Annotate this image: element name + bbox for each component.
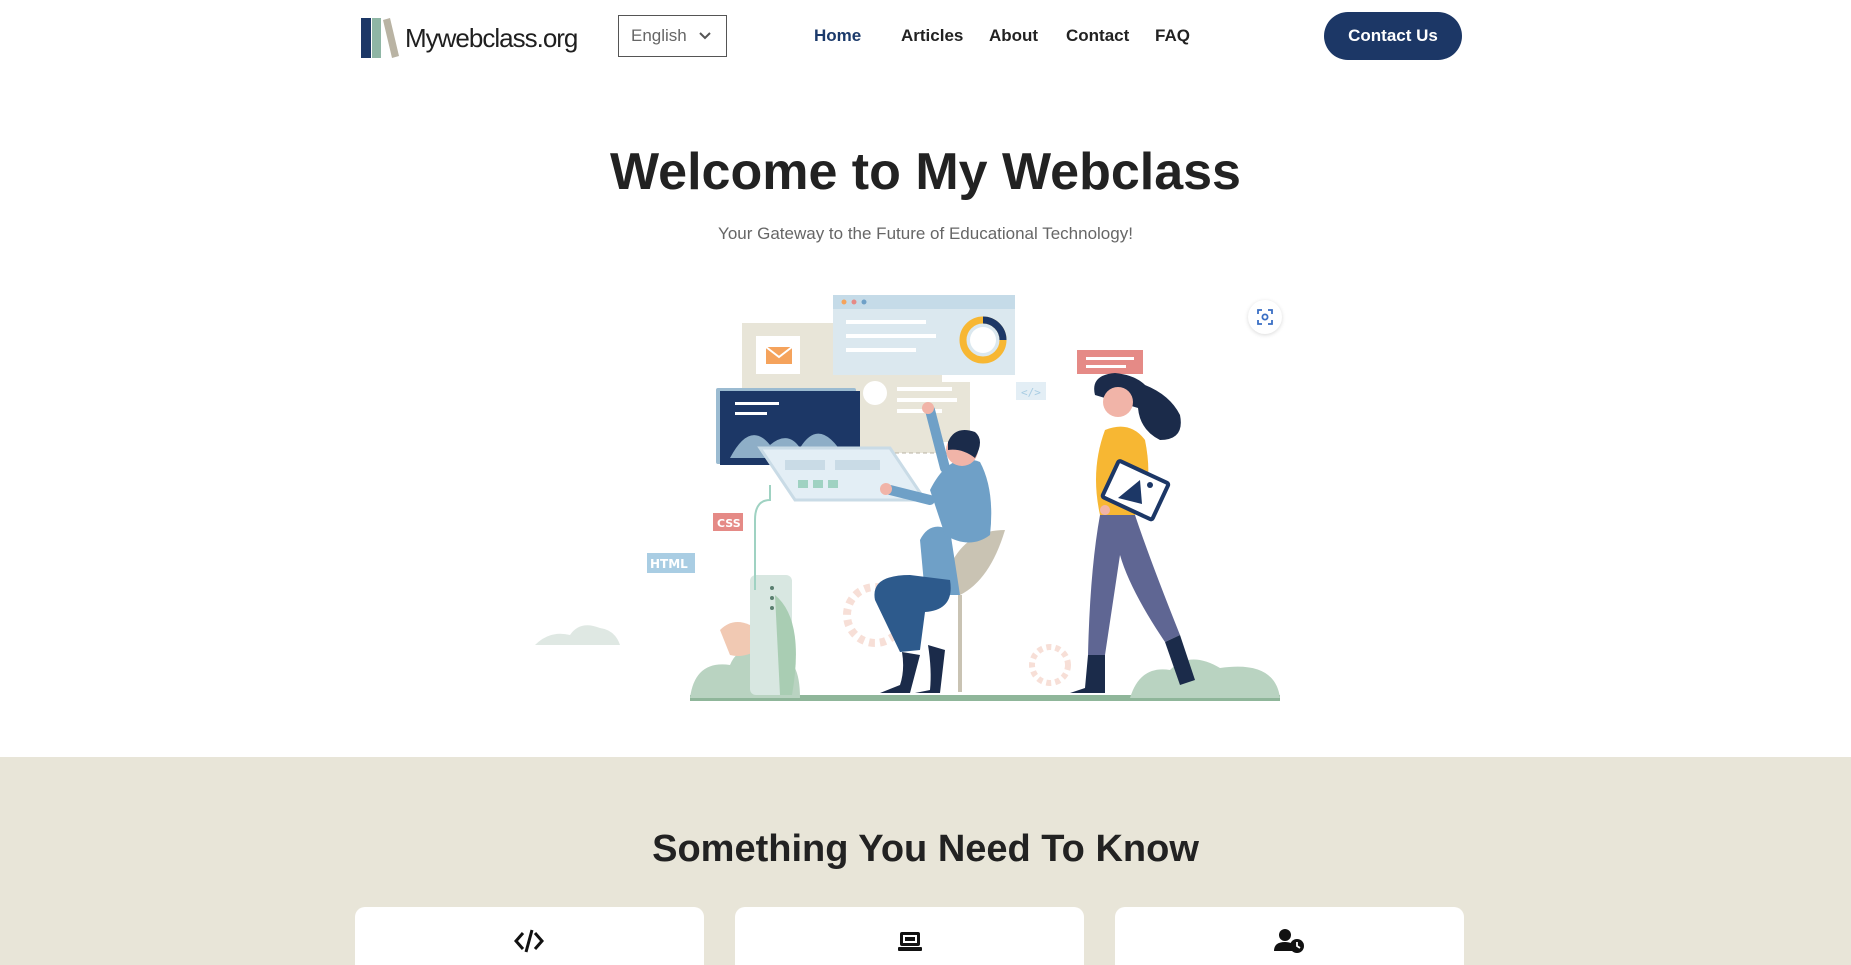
- code-icon: [514, 929, 544, 953]
- css-label: CSS: [717, 517, 741, 530]
- nav-articles[interactable]: Articles: [901, 26, 963, 48]
- nav-home[interactable]: Home: [814, 26, 861, 48]
- site-header: Mywebclass.org English Home Articles Abo…: [0, 0, 1851, 74]
- contact-us-button[interactable]: Contact Us: [1324, 12, 1462, 60]
- hero-subtitle: Your Gateway to the Future of Educationa…: [718, 224, 1133, 243]
- visual-search-button[interactable]: [1248, 300, 1282, 334]
- html-label: HTML: [650, 557, 688, 571]
- info-card-user: [1115, 907, 1464, 965]
- nav-about[interactable]: About: [989, 26, 1038, 48]
- info-card-computer: [735, 907, 1084, 965]
- language-select-value: English: [631, 26, 687, 45]
- user-clock-icon: [1274, 929, 1304, 953]
- computer-icon: [898, 932, 922, 951]
- chevron-down-icon: [699, 32, 711, 40]
- nav-contact[interactable]: Contact: [1066, 26, 1129, 48]
- svg-text:</>: </>: [1021, 386, 1041, 399]
- books-logo-icon: [361, 18, 399, 58]
- hero-illustration: </> CSS HTML: [535, 295, 1280, 701]
- logo-text: Mywebclass.org: [405, 22, 578, 53]
- info-card-code: [355, 907, 704, 965]
- section-title: Something You Need To Know: [652, 828, 1199, 870]
- lens-icon: [1257, 309, 1273, 325]
- nav-faq[interactable]: FAQ: [1155, 26, 1190, 48]
- language-select[interactable]: English: [618, 15, 727, 57]
- site-logo[interactable]: Mywebclass.org: [359, 16, 578, 60]
- hero-title: Welcome to My Webclass: [610, 143, 1241, 201]
